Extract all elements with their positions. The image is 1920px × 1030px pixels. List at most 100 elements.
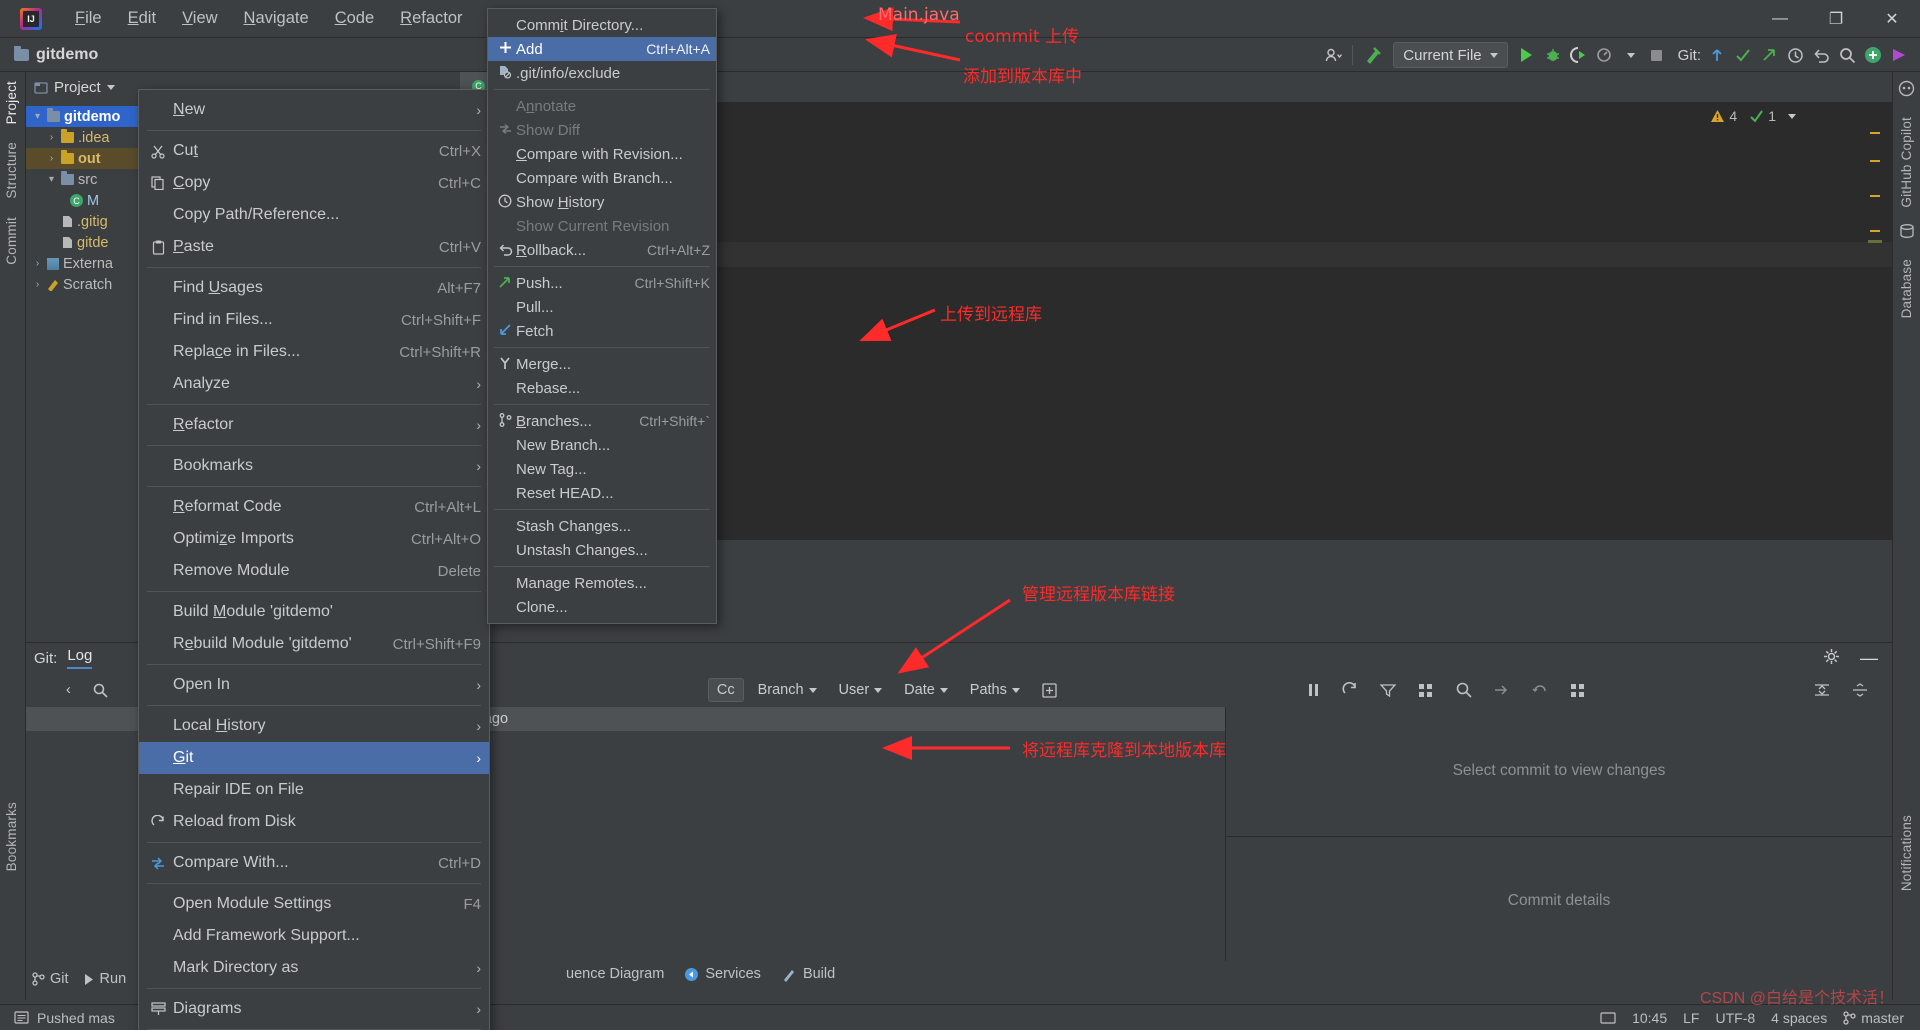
menu-item-repair-ide-on-file[interactable]: Repair IDE on File [139, 774, 489, 806]
run-configuration-selector[interactable]: Current File [1393, 42, 1508, 68]
filter-user[interactable]: User [831, 678, 891, 702]
sidebar-item-project[interactable]: Project [0, 72, 23, 133]
cc-badge[interactable]: Cc [707, 678, 744, 702]
sidebar-item-bookmarks[interactable]: Bookmarks [0, 793, 23, 880]
tree-item-main-class[interactable]: C M [26, 190, 138, 211]
git-menu-item-stash-changes[interactable]: Stash Changes... [488, 514, 716, 538]
git-menu-item-add[interactable]: Add Ctrl+Alt+A [488, 37, 716, 61]
undo-icon[interactable] [1808, 41, 1834, 69]
menu-item-build-module[interactable]: Build Module 'gitdemo' [139, 596, 489, 628]
git-menu-item-pull[interactable]: Pull... [488, 295, 716, 319]
graph-icon[interactable] [1410, 678, 1442, 702]
search-log-icon[interactable] [1448, 678, 1480, 702]
sidebar-item-github-copilot[interactable]: GitHub Copilot [1895, 108, 1918, 217]
git-menu-item-manage-remotes[interactable]: Manage Remotes... [488, 571, 716, 595]
tree-item-external-libraries[interactable]: › Externa [26, 253, 138, 274]
ai-assistant-icon[interactable] [1886, 41, 1912, 69]
tree-item-out[interactable]: › out [26, 148, 138, 169]
expand-arrow-icon[interactable]: › [46, 153, 57, 164]
tree-item-scratches[interactable]: › Scratch [26, 274, 138, 295]
settings-gear-icon[interactable] [1823, 648, 1840, 669]
stop-icon[interactable] [1644, 41, 1670, 69]
run-icon[interactable] [1514, 41, 1540, 69]
profiler-icon[interactable] [1592, 41, 1618, 69]
menu-item-reformat-code[interactable]: Reformat Code Ctrl+Alt+L [139, 491, 489, 523]
git-menu-item-merge[interactable]: Merge... [488, 352, 716, 376]
menu-item-copy[interactable]: Copy Ctrl+C [139, 167, 489, 199]
debug-icon[interactable] [1540, 41, 1566, 69]
filter-icon[interactable] [1372, 678, 1404, 702]
git-menu-item-rebase[interactable]: Rebase... [488, 376, 716, 400]
menu-item-reload-from-disk[interactable]: Reload from Disk [139, 806, 489, 838]
tab-services[interactable]: Services [684, 966, 761, 982]
menu-item-edit[interactable]: Edit [115, 5, 169, 32]
menu-item-bookmarks[interactable]: Bookmarks › [139, 450, 489, 482]
git-menu-item-clone[interactable]: Clone... [488, 595, 716, 619]
expand-arrow-icon[interactable]: ▾ [46, 174, 57, 185]
filter-paths[interactable]: Paths [962, 678, 1028, 702]
status-encoding[interactable]: UTF-8 [1715, 1010, 1755, 1026]
expand-arrow-icon[interactable]: › [32, 279, 43, 290]
sidebar-item-database[interactable]: Database [1895, 250, 1918, 327]
collapse-all-icon[interactable] [1806, 678, 1838, 702]
menu-item-new[interactable]: New › [139, 94, 489, 126]
menu-item-rebuild-module[interactable]: Rebuild Module 'gitdemo' Ctrl+Shift+F9 [139, 628, 489, 660]
menu-item-view[interactable]: View [169, 5, 230, 32]
expand-arrow-icon[interactable]: ▾ [32, 111, 43, 122]
git-menu-item-new-branch[interactable]: New Branch... [488, 433, 716, 457]
minimize-button[interactable]: — [1752, 0, 1808, 38]
git-push-icon[interactable] [1756, 41, 1782, 69]
menu-item-optimize-imports[interactable]: Optimize Imports Ctrl+Alt+O [139, 523, 489, 555]
add-filter-icon[interactable] [1034, 678, 1066, 702]
refresh-icon[interactable] [1334, 678, 1366, 702]
tree-item-gitdemo-iml[interactable]: gitde [26, 232, 138, 253]
menu-item-refactor[interactable]: Refactor [387, 5, 475, 32]
git-menu-item-new-tag[interactable]: New Tag... [488, 457, 716, 481]
back-arrow-icon[interactable]: ‹ [58, 678, 79, 702]
settings-plus-icon[interactable] [1860, 41, 1886, 69]
git-update-icon[interactable] [1704, 41, 1730, 69]
menu-item-paste[interactable]: Paste Ctrl+V [139, 231, 489, 263]
run-with-coverage-icon[interactable] [1566, 41, 1592, 69]
git-menu-item-fetch[interactable]: Fetch [488, 319, 716, 343]
menu-item-diagrams[interactable]: Diagrams › [139, 993, 489, 1025]
status-branch[interactable]: master [1843, 1010, 1904, 1026]
menu-item-open-in[interactable]: Open In › [139, 669, 489, 701]
tab-run[interactable]: Run [83, 971, 126, 987]
menu-item-navigate[interactable]: Navigate [231, 5, 322, 32]
tree-item-src[interactable]: ▾ src [26, 169, 138, 190]
chevron-down-icon[interactable] [106, 84, 115, 90]
project-context-menu[interactable]: New › Cut Ctrl+X Copy Ctrl+C Copy Path/Refe… [138, 89, 490, 1030]
menu-item-file[interactable]: File [62, 5, 115, 32]
menu-item-cut[interactable]: Cut Ctrl+X [139, 135, 489, 167]
expand-arrow-icon[interactable]: › [32, 258, 43, 269]
git-menu-item-push[interactable]: Push... Ctrl+Shift+K [488, 271, 716, 295]
git-commit-check-icon[interactable] [1730, 41, 1756, 69]
tab-git[interactable]: Git [32, 971, 69, 987]
maximize-button[interactable]: ❐ [1808, 0, 1864, 38]
menu-item-replace-in-files[interactable]: Replace in Files... Ctrl+Shift+R [139, 336, 489, 368]
menu-item-mark-directory-as[interactable]: Mark Directory as › [139, 952, 489, 984]
menu-item-remove-module[interactable]: Remove Module Delete [139, 555, 489, 587]
git-submenu[interactable]: Commit Directory... Add Ctrl+Alt+A .git/i… [487, 8, 717, 624]
tab-log[interactable]: Log [67, 647, 93, 669]
tab-build[interactable]: Build [781, 966, 835, 982]
filter-branch[interactable]: Branch [750, 678, 825, 702]
database-icon[interactable] [1899, 223, 1915, 244]
git-menu-item-compare-with-revision[interactable]: Compare with Revision... [488, 142, 716, 166]
sidebar-item-structure[interactable]: Structure [0, 133, 23, 208]
menu-item-open-module-settings[interactable]: Open Module Settings F4 [139, 888, 489, 920]
hammer-icon[interactable] [1359, 41, 1387, 69]
tab-sequence-diagram[interactable]: uence Diagram [566, 966, 664, 982]
sidebar-item-commit[interactable]: Commit [0, 208, 23, 274]
git-menu-item-commit-directory[interactable]: Commit Directory... [488, 13, 716, 37]
pause-icon[interactable] [1299, 678, 1328, 702]
chevron-down-icon[interactable] [1618, 41, 1644, 69]
git-menu-item-show-history[interactable]: Show History [488, 190, 716, 214]
git-menu-item-unstash-changes[interactable]: Unstash Changes... [488, 538, 716, 562]
search-icon[interactable] [85, 678, 116, 702]
breadcrumb[interactable]: gitdemo [14, 45, 98, 64]
git-menu-item-branches[interactable]: Branches... Ctrl+Shift+` [488, 409, 716, 433]
menu-item-compare-with[interactable]: Compare With... Ctrl+D [139, 847, 489, 879]
menu-item-add-framework-support[interactable]: Add Framework Support... [139, 920, 489, 952]
